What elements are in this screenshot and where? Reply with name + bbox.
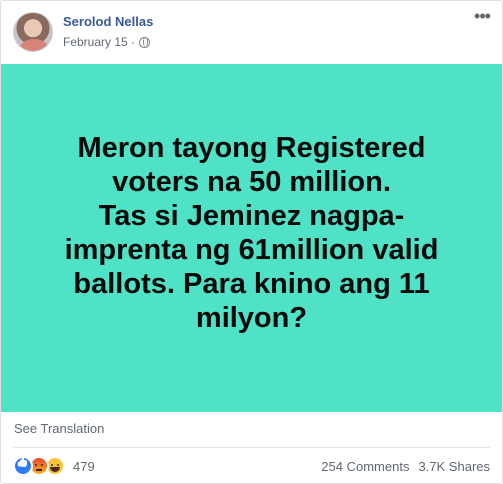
engagement-stats: 254 Comments 3.7K Shares [321,459,490,474]
more-options-icon[interactable]: ••• [472,7,492,25]
facebook-post: Serolod Nellas February 15 · ••• Meron t… [0,0,503,484]
author-avatar[interactable] [13,12,53,52]
post-meta: February 15 · [63,35,150,49]
post-date[interactable]: February 15 [63,35,128,49]
reaction-count[interactable]: 479 [73,459,95,474]
card-text: Meron tayong Registered voters na 50 mil… [64,132,439,334]
text-card: Meron tayong Registered voters na 50 mil… [1,64,502,412]
divider [13,447,490,448]
avatar-figure [20,39,48,51]
reactions-summary[interactable]: 479 [13,456,95,476]
author-name[interactable]: Serolod Nellas [63,14,153,29]
meta-separator: · [130,35,135,49]
post-footer: 479 254 Comments 3.7K Shares [13,456,490,476]
comments-count[interactable]: 254 Comments [321,459,409,474]
globe-icon[interactable] [138,36,150,48]
like-icon[interactable] [13,456,33,476]
post-header: Serolod Nellas February 15 · ••• [1,1,502,63]
see-translation-link[interactable]: See Translation [14,421,104,436]
shares-count[interactable]: 3.7K Shares [418,459,490,474]
